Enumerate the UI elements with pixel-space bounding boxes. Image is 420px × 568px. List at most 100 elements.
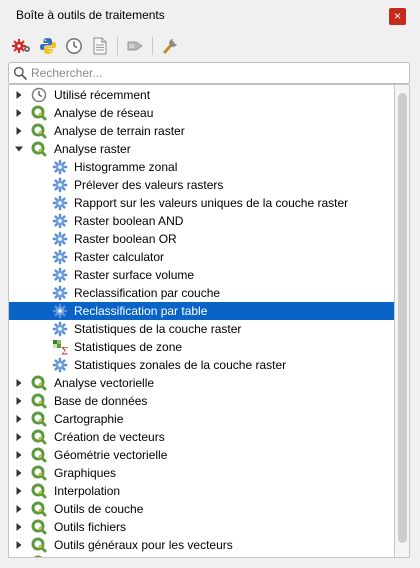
- qgis-icon: [31, 501, 47, 517]
- tree-item-label: Outils de couche: [54, 502, 144, 516]
- toolbar-separator: [117, 37, 118, 55]
- gear-icon: [52, 159, 68, 175]
- clock-icon: [31, 87, 47, 103]
- zonal-stats-icon: Σ: [52, 339, 68, 355]
- tree-algorithm-item[interactable]: Raster boolean AND: [9, 212, 394, 230]
- tree-algorithm-item[interactable]: Rapport sur les valeurs uniques de la co…: [9, 194, 394, 212]
- search-box[interactable]: [8, 62, 410, 84]
- tree-item-label: Statistiques de la couche raster: [74, 322, 242, 336]
- gear-icon: [52, 249, 68, 265]
- tree-item-label: Analyse raster: [54, 142, 131, 156]
- tree-group[interactable]: Interpolation: [9, 482, 394, 500]
- tree-group[interactable]: Analyse de terrain raster: [9, 122, 394, 140]
- tree-item-label: Raster surface volume: [74, 268, 195, 282]
- tree-item-label: Prélever des valeurs rasters: [74, 178, 224, 192]
- tree-group[interactable]: Analyse raster: [9, 140, 394, 158]
- tree-algorithm-item[interactable]: Raster calculator: [9, 248, 394, 266]
- qgis-icon: [31, 447, 47, 463]
- tree-item-label: Raster boolean AND: [74, 214, 184, 228]
- gear-icon: [52, 357, 68, 373]
- search-input[interactable]: [31, 66, 409, 80]
- gear-icon: [52, 285, 68, 301]
- search-icon: [9, 66, 31, 80]
- qgis-icon: [31, 141, 47, 157]
- tree-group[interactable]: Base de données: [9, 392, 394, 410]
- qgis-icon: [31, 393, 47, 409]
- tree-algorithm-item[interactable]: Prélever des valeurs rasters: [9, 176, 394, 194]
- chevron-right-icon[interactable]: [14, 504, 24, 514]
- tree-item-label: Reclassification par table: [74, 304, 208, 318]
- tree-algorithm-item[interactable]: Raster boolean OR: [9, 230, 394, 248]
- tree-item-label: Outils généraux pour les vecteurs: [54, 538, 233, 552]
- python-icon: [40, 38, 56, 54]
- history-button[interactable]: [62, 35, 86, 57]
- tree-group[interactable]: Outils fichiers: [9, 518, 394, 536]
- panel-title: Boîte à outils de traitements: [16, 8, 165, 22]
- tree-group[interactable]: Outils de couche: [9, 500, 394, 518]
- tree-group[interactable]: Analyse de réseau: [9, 104, 394, 122]
- chevron-right-icon[interactable]: [14, 540, 24, 550]
- tree-group[interactable]: Géométrie vectorielle: [9, 446, 394, 464]
- qgis-icon: [31, 411, 47, 427]
- chevron-right-icon[interactable]: [14, 522, 24, 532]
- tree-item-label: Statistiques de zone: [74, 340, 183, 354]
- tree-group[interactable]: Graphiques: [9, 464, 394, 482]
- chevron-right-icon[interactable]: [14, 432, 24, 442]
- tree-item-label: Interpolation: [54, 484, 121, 498]
- gears-models-icon: [12, 39, 30, 53]
- tree-algorithm-item[interactable]: Reclassification par table: [9, 302, 394, 320]
- chevron-right-icon[interactable]: [14, 90, 24, 100]
- history-clock-icon: [66, 38, 82, 54]
- tree-item-label: Raster boolean OR: [74, 232, 177, 246]
- tree-item-label: Statistiques zonales de la couche raster: [74, 358, 287, 372]
- scrollbar-thumb[interactable]: [398, 93, 407, 543]
- tree-algorithm-item[interactable]: Raster surface volume: [9, 266, 394, 284]
- qgis-icon: [31, 519, 47, 535]
- gear-icon: [52, 231, 68, 247]
- tree-group[interactable]: Utilisé récemment: [9, 86, 394, 104]
- vertical-scrollbar[interactable]: [394, 84, 410, 558]
- options-wrench-icon: [163, 39, 177, 54]
- tree-algorithm-item[interactable]: Reclassification par couche: [9, 284, 394, 302]
- chevron-right-icon[interactable]: [14, 414, 24, 424]
- chevron-right-icon[interactable]: [14, 108, 24, 118]
- tree-item-label: Cartographie: [54, 412, 124, 426]
- tree-item-label: Reclassification par couche: [74, 286, 221, 300]
- tree-group[interactable]: Outils généraux pour les vecteurs: [9, 536, 394, 554]
- results-viewer-button[interactable]: [88, 35, 112, 57]
- edit-in-place-icon: [127, 41, 143, 51]
- tree-algorithm-item[interactable]: Σ Statistiques de zone: [9, 338, 394, 356]
- tree-algorithm-item[interactable]: Histogramme zonal: [9, 158, 394, 176]
- tree-item-label: Rapport sur les valeurs uniques de la co…: [74, 196, 349, 210]
- models-button[interactable]: [10, 35, 34, 57]
- chevron-right-icon[interactable]: [14, 126, 24, 136]
- python-console-button[interactable]: [36, 35, 60, 57]
- tree-item-label: Base de données: [54, 394, 148, 408]
- processing-toolbox-panel: Boîte à outils de traitements × Recherch…: [0, 0, 420, 568]
- chevron-right-icon[interactable]: [14, 450, 24, 460]
- gear-icon: [52, 195, 68, 211]
- gear-icon: [52, 303, 68, 319]
- tree-group[interactable]: Cartographie: [9, 410, 394, 428]
- gear-icon: [52, 213, 68, 229]
- chevron-right-icon[interactable]: [14, 396, 24, 406]
- tree-group[interactable]: Analyse vectorielle: [9, 374, 394, 392]
- tree-item-label: Utilisé récemment: [54, 88, 151, 102]
- tree-item-label: Analyse de terrain raster: [54, 124, 185, 138]
- tree-item-label: Raster calculator: [74, 250, 165, 264]
- tree-algorithm-item[interactable]: Statistiques de la couche raster: [9, 320, 394, 338]
- tree-group[interactable]: [9, 554, 394, 557]
- qgis-icon: [31, 537, 47, 553]
- edit-in-place-button[interactable]: [123, 35, 147, 57]
- tree-algorithm-item[interactable]: Statistiques zonales de la couche raster: [9, 356, 394, 374]
- qgis-icon: [31, 483, 47, 499]
- options-button[interactable]: [158, 35, 182, 57]
- chevron-right-icon[interactable]: [14, 378, 24, 388]
- toolbar: [10, 34, 182, 58]
- tree-group[interactable]: Création de vecteurs: [9, 428, 394, 446]
- close-button[interactable]: ×: [389, 8, 406, 25]
- chevron-right-icon[interactable]: [14, 486, 24, 496]
- chevron-down-icon[interactable]: [14, 144, 24, 154]
- chevron-right-icon[interactable]: [14, 468, 24, 478]
- algorithm-tree[interactable]: Utilisé récemment Analyse de réseau Analys…: [8, 84, 394, 558]
